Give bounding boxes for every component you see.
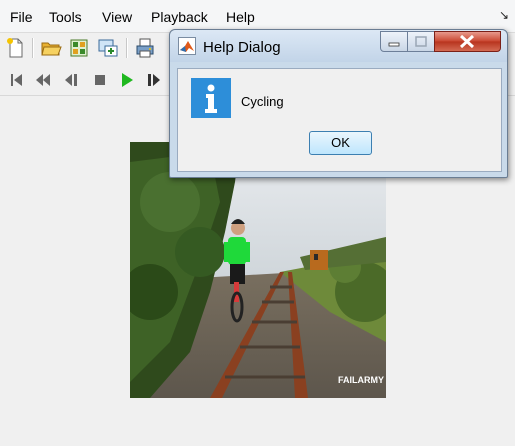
maximize-icon xyxy=(415,36,427,47)
open-icon[interactable] xyxy=(40,37,62,59)
toolbar-separator xyxy=(126,38,128,58)
toolbar-separator xyxy=(32,38,34,58)
new-icon[interactable] xyxy=(5,37,27,59)
go-to-first-icon[interactable] xyxy=(8,71,26,89)
import-icon[interactable] xyxy=(68,37,90,59)
dialog-titlebar[interactable]: Help Dialog xyxy=(170,30,507,62)
menu-file[interactable]: File xyxy=(10,9,33,25)
stop-icon[interactable] xyxy=(91,71,109,89)
menu-help[interactable]: Help xyxy=(226,9,255,25)
export-icon[interactable] xyxy=(97,37,119,59)
menu-view[interactable]: View xyxy=(102,9,132,25)
info-icon xyxy=(191,78,231,118)
video-watermark: FAILARMY xyxy=(338,375,384,385)
close-icon xyxy=(459,34,475,49)
matlab-logo-icon xyxy=(178,37,196,55)
dialog-title: Help Dialog xyxy=(203,39,281,56)
video-viewer-window: File Tools View Playback Help ↘ FAILARMY… xyxy=(0,0,515,446)
help-dialog: Help Dialog Cycling OK xyxy=(169,29,508,178)
dialog-body: Cycling OK xyxy=(177,68,502,172)
rewind-icon[interactable] xyxy=(34,71,52,89)
ok-button[interactable]: OK xyxy=(309,131,372,155)
undock-arrow-icon[interactable]: ↘ xyxy=(499,8,509,22)
menu-tools[interactable]: Tools xyxy=(49,9,82,25)
maximize-button[interactable] xyxy=(407,31,435,52)
print-icon[interactable] xyxy=(134,37,156,59)
play-icon[interactable] xyxy=(118,71,136,89)
minimize-icon xyxy=(388,42,400,47)
dialog-message: Cycling xyxy=(241,94,284,109)
video-frame: FAILARMY xyxy=(130,142,386,398)
close-button[interactable] xyxy=(434,31,501,52)
step-forward-icon[interactable] xyxy=(145,71,163,89)
step-back-icon[interactable] xyxy=(62,71,80,89)
minimize-button[interactable] xyxy=(380,31,408,52)
menu-playback[interactable]: Playback xyxy=(151,9,208,25)
